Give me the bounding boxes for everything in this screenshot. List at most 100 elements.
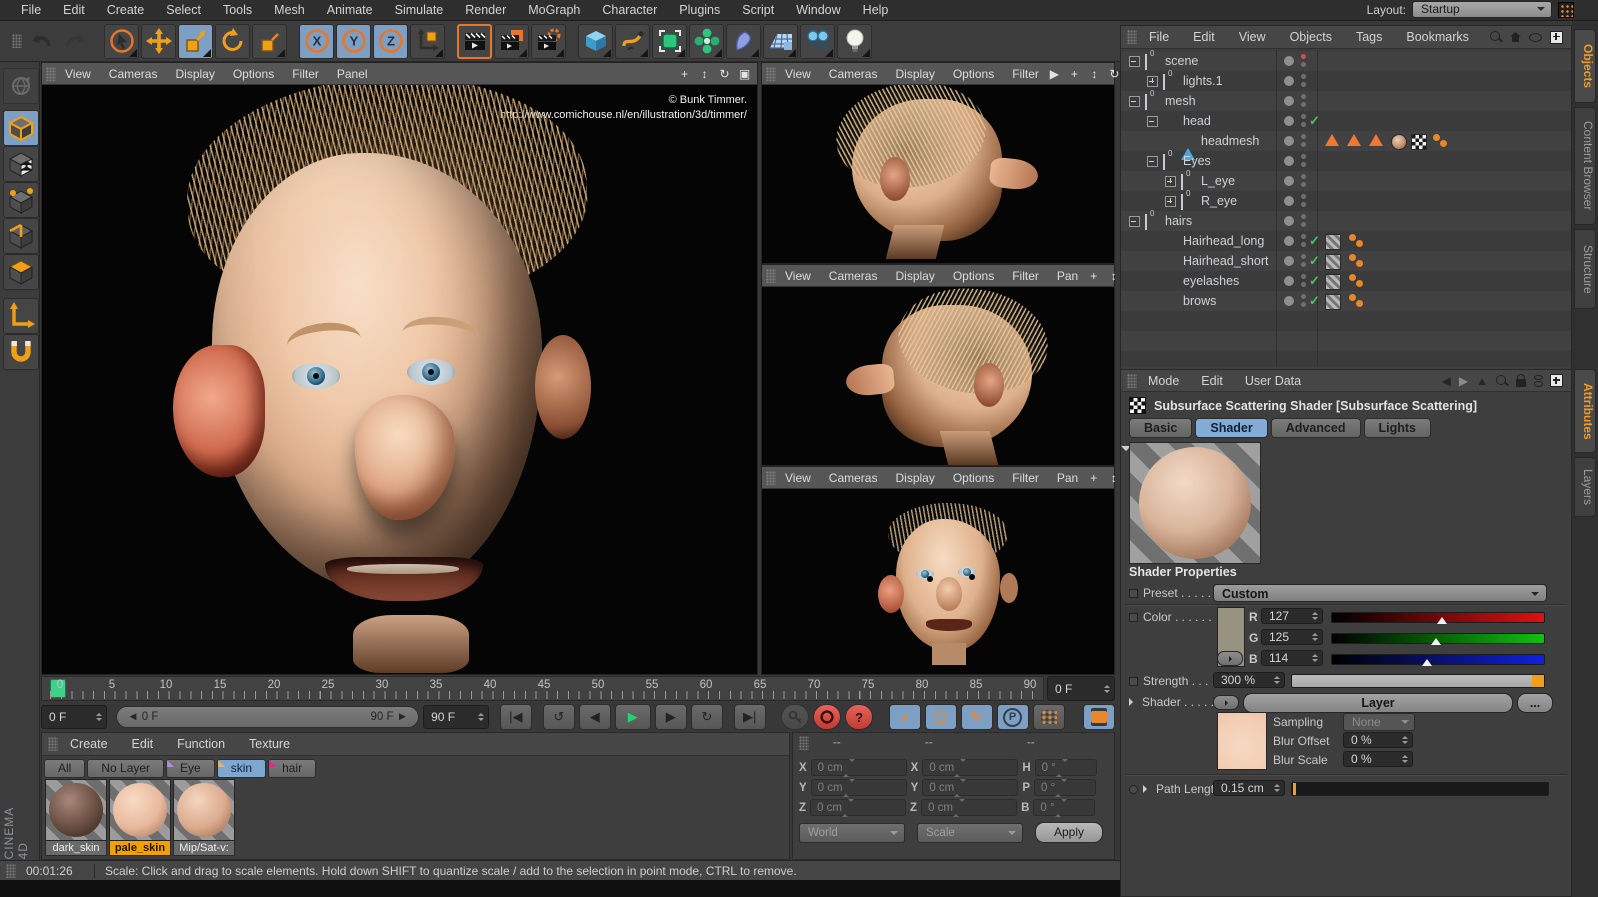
snap-button[interactable] — [3, 334, 39, 370]
enabled-check-icon[interactable]: ✓ — [1309, 293, 1320, 309]
viewport-zoom-icon[interactable]: ↕ — [1088, 67, 1101, 81]
enable-dot[interactable] — [1284, 256, 1294, 266]
vp-menu-view[interactable]: View — [776, 471, 820, 485]
render-to-picture-viewer-button[interactable] — [494, 24, 529, 59]
enable-dot[interactable] — [1284, 216, 1294, 226]
enabled-check-icon[interactable]: ✓ — [1309, 273, 1320, 289]
g-slider[interactable] — [1331, 633, 1545, 644]
tab-objects[interactable]: Objects — [1574, 29, 1596, 103]
editor-visibility-dot[interactable] — [1301, 74, 1306, 79]
slider-handle[interactable] — [1437, 612, 1447, 624]
om-menu-bookmarks[interactable]: Bookmarks — [1394, 30, 1481, 44]
viewport-maximize-icon[interactable]: ▣ — [738, 67, 751, 81]
material-name[interactable]: pale_skin — [109, 841, 171, 856]
layer-tab-all[interactable]: All — [44, 759, 85, 778]
selection-tags-icon[interactable] — [1349, 254, 1365, 268]
tree-row-leye[interactable]: L_eye — [1121, 171, 1571, 191]
om-menu-tags[interactable]: Tags — [1344, 30, 1394, 44]
viewport-zoom-icon[interactable]: ↕ — [698, 67, 711, 81]
viewport-middle-right[interactable]: View Cameras Display Options Filter Pan … — [761, 264, 1115, 466]
history-forward-icon[interactable]: ▶ — [1459, 374, 1468, 388]
model-mode-button[interactable] — [3, 110, 39, 146]
vp-menu-options[interactable]: Options — [944, 67, 1003, 81]
add-spline-button[interactable] — [615, 24, 650, 59]
layer-tab-hair[interactable]: hair — [268, 759, 316, 778]
viewport-top-right-canvas[interactable] — [762, 85, 1114, 263]
editor-visibility-dot[interactable] — [1301, 214, 1306, 219]
frame-display-field[interactable]: 0 F — [1047, 676, 1115, 701]
tree-row-head[interactable]: head ✓ — [1121, 111, 1571, 131]
vp-menu-view[interactable]: View — [776, 269, 820, 283]
points-mode-button[interactable] — [3, 182, 39, 218]
menu-help[interactable]: Help — [852, 3, 900, 17]
render-visibility-dot[interactable] — [1301, 262, 1306, 267]
am-menu-userdata[interactable]: User Data — [1234, 374, 1312, 388]
viewport-pan-icon[interactable]: + — [1087, 269, 1100, 283]
render-visibility-dot[interactable] — [1301, 62, 1306, 67]
play-button[interactable]: ▶ — [615, 704, 651, 730]
palette-icon[interactable] — [1558, 2, 1574, 18]
autokey-help-button[interactable]: ? — [845, 704, 873, 730]
editor-visibility-dot[interactable] — [1301, 114, 1306, 119]
add-light-button[interactable] — [837, 24, 872, 59]
menu-edit[interactable]: Edit — [52, 3, 96, 17]
pos-x-field[interactable]: 0 cm — [811, 759, 907, 776]
end-frame-field[interactable]: 90 F — [423, 705, 489, 729]
hair-material-tag-icon[interactable] — [1325, 234, 1341, 250]
menu-script[interactable]: Script — [731, 3, 785, 17]
viewport-rotate-icon[interactable]: ↻ — [1108, 67, 1121, 81]
expand-arrow-icon[interactable] — [1129, 698, 1137, 706]
enabled-check-icon[interactable]: ✓ — [1309, 113, 1320, 129]
coordinate-system-button[interactable] — [410, 24, 445, 59]
keyframe-selection-button[interactable] — [1033, 704, 1065, 730]
filter-icon[interactable] — [1529, 33, 1542, 42]
b-slider[interactable] — [1331, 654, 1545, 665]
add-panel-icon[interactable] — [1550, 374, 1563, 387]
editor-visibility-dot[interactable] — [1301, 254, 1306, 259]
pose-morph-tag-icon[interactable] — [1347, 134, 1361, 146]
enable-dot[interactable] — [1284, 236, 1294, 246]
previous-key-button[interactable]: ↺ — [543, 704, 575, 730]
selection-tags-icon[interactable] — [1433, 134, 1449, 148]
menu-simulate[interactable]: Simulate — [384, 3, 455, 17]
expand-icon[interactable] — [1147, 76, 1158, 87]
tree-row-reye[interactable]: R_eye — [1121, 191, 1571, 211]
spinner[interactable] — [1100, 685, 1110, 693]
vp-menu-view[interactable]: View — [56, 67, 100, 81]
viewport-grip[interactable] — [46, 67, 56, 81]
vp-menu-display[interactable]: Display — [886, 269, 943, 283]
menu-window[interactable]: Window — [785, 3, 851, 17]
tree-row-lights1[interactable]: lights.1 — [1121, 71, 1571, 91]
keyframe-position-toggle[interactable]: + — [889, 704, 921, 730]
layout-dropdown[interactable]: Startup — [1412, 1, 1552, 18]
mat-menu-edit[interactable]: Edit — [120, 737, 166, 751]
shader-more-button[interactable]: ... — [1517, 693, 1553, 713]
material-mipsat[interactable]: Mip/Sat-v: — [173, 779, 235, 856]
viewport-pan-icon[interactable]: + — [1087, 471, 1100, 485]
vp-menu-view[interactable]: View — [776, 67, 820, 81]
record-keyframe-button[interactable] — [813, 704, 841, 730]
editor-visibility-dot[interactable] — [1301, 154, 1306, 159]
viewport-zoom-icon[interactable]: ↕ — [1107, 269, 1120, 283]
viewport-perspective-canvas[interactable]: © Bunk Timmer. http://www.comichouse.nl/… — [42, 85, 757, 674]
mat-menu-function[interactable]: Function — [165, 737, 237, 751]
y-axis-lock-button[interactable]: Y — [336, 24, 371, 59]
pos-z-field[interactable]: 0 cm — [810, 799, 906, 816]
hair-material-tag-icon[interactable] — [1325, 294, 1341, 310]
timeline-window-button[interactable] — [1083, 704, 1115, 730]
material-pale-skin[interactable]: pale_skin — [109, 779, 171, 856]
vp-menu-display[interactable]: Display — [886, 471, 943, 485]
blur-scale-field[interactable]: 0 % — [1343, 751, 1413, 767]
layer-tab-eye[interactable]: Eye — [166, 759, 215, 778]
hair-material-tag-icon[interactable] — [1325, 254, 1341, 270]
editor-visibility-dot[interactable] — [1301, 174, 1306, 179]
scale-x-field[interactable]: 0 cm — [922, 759, 1018, 776]
collapse-icon[interactable] — [1147, 156, 1158, 167]
render-visibility-dot[interactable] — [1301, 282, 1306, 287]
editor-visibility-dot[interactable] — [1301, 234, 1306, 239]
tab-advanced[interactable]: Advanced — [1271, 418, 1361, 438]
timeline-ruler[interactable]: 0 5 10 15 20 25 30 35 40 45 50 55 60 65 … — [41, 676, 1044, 701]
vp-menu-filter[interactable]: Filter — [1003, 67, 1048, 81]
om-menu-edit[interactable]: Edit — [1181, 30, 1227, 44]
x-axis-lock-button[interactable]: X — [299, 24, 334, 59]
